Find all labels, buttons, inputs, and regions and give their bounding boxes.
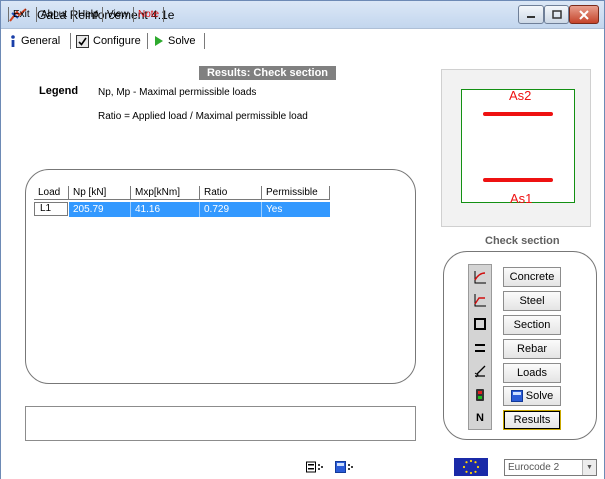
column-header-ratio[interactable]: Ratio [200,186,262,200]
rebar-icon [472,340,488,356]
toolbar-divider [73,7,74,22]
minimize-icon [527,15,535,18]
tab-solve[interactable]: Solve [154,32,196,50]
loads-button[interactable]: Loads [503,363,561,383]
column-header-mxp[interactable]: Mxp[kNm] [131,186,200,200]
results-button[interactable]: Results [503,410,561,430]
toolbar-divider [36,7,37,22]
maximize-icon [551,10,562,19]
calculator-icon [510,390,523,402]
info-icon [11,35,15,47]
legend-title: Legend [39,85,79,97]
maximize-button[interactable] [544,5,569,24]
concrete-icon [472,269,488,285]
section-outline [461,89,575,203]
steel-icon [472,292,488,308]
rebar-button[interactable]: Rebar [503,339,561,359]
toolbar-divider [102,7,103,22]
close-icon [579,9,589,20]
rebar-label-top: As2 [509,88,532,103]
n-icon: N [476,412,484,424]
rebar-layout-icon[interactable] [306,461,324,473]
rebar-top [483,112,553,116]
legend-line-loads: Np, Mp - Maximal permissible loads [98,87,257,98]
tab-bar: General Configure Solve [1,30,604,52]
check-section-title: Check section [485,235,560,247]
results-heading: Results: Check section [199,66,336,80]
help-link[interactable]: Help [75,7,102,22]
status-message-box [25,406,416,441]
view-link[interactable]: View [104,7,132,22]
legend-line-ratio: Ratio = Applied load / Maximal permissib… [98,111,308,122]
column-header-np[interactable]: Np [kN] [69,186,131,200]
section-icon [472,316,488,332]
solve-button[interactable]: Solve [503,386,561,406]
concrete-button[interactable]: Concrete [503,267,561,287]
toolbar-divider [133,7,134,22]
concrete-button-label: Concrete [509,271,555,283]
cell-np[interactable]: 205.79 [69,202,131,217]
tab-divider [147,33,148,49]
steel-button[interactable]: Steel [503,291,561,311]
exit-link[interactable]: Exit [10,7,33,22]
cell-permissible[interactable]: Yes [262,202,330,217]
section-button[interactable]: Section [503,315,561,335]
design-code-value: Eurocode 2 [508,462,560,473]
solve-status-icon [472,387,488,403]
loads-button-label: Loads [517,367,547,379]
app-window: GaLa Reinforcement 4.1e General Configur… [0,0,605,479]
steel-button-label: Steel [519,295,545,307]
tab-divider [70,33,71,49]
note-link[interactable]: Note [135,7,162,22]
toolbar-divider [8,7,9,22]
tab-general[interactable]: General [9,32,60,50]
tab-general-label: General [21,35,61,47]
eu-flag-icon [454,458,488,476]
column-header-load[interactable]: Load [34,186,69,200]
about-link[interactable]: About [38,7,70,22]
column-header-permissible[interactable]: Permissible [262,186,330,200]
rebar-label-bottom: As1 [510,191,533,206]
minimize-button[interactable] [518,5,544,24]
tab-solve-label: Solve [168,35,196,47]
results-button-label: Results [513,414,551,426]
section-button-label: Section [513,319,551,331]
design-code-select[interactable]: Eurocode 2 ▼ [504,459,597,476]
chevron-down-icon[interactable]: ▼ [582,460,596,475]
tab-divider [204,33,205,49]
row-load-label[interactable]: L1 [34,202,68,216]
calculator-small-icon[interactable] [335,461,355,473]
tab-configure[interactable]: Configure [76,32,141,50]
configure-icon [76,34,89,48]
solve-button-label: Solve [525,390,554,402]
loads-icon [472,363,488,379]
cell-mxp[interactable]: 41.16 [131,202,200,217]
cell-ratio[interactable]: 0.729 [200,202,262,217]
rebar-bottom [483,178,553,182]
toolbar-divider [163,7,164,22]
close-button[interactable] [569,5,599,24]
rebar-button-label: Rebar [517,343,547,355]
play-icon [155,36,163,46]
tab-configure-label: Configure [93,35,141,47]
